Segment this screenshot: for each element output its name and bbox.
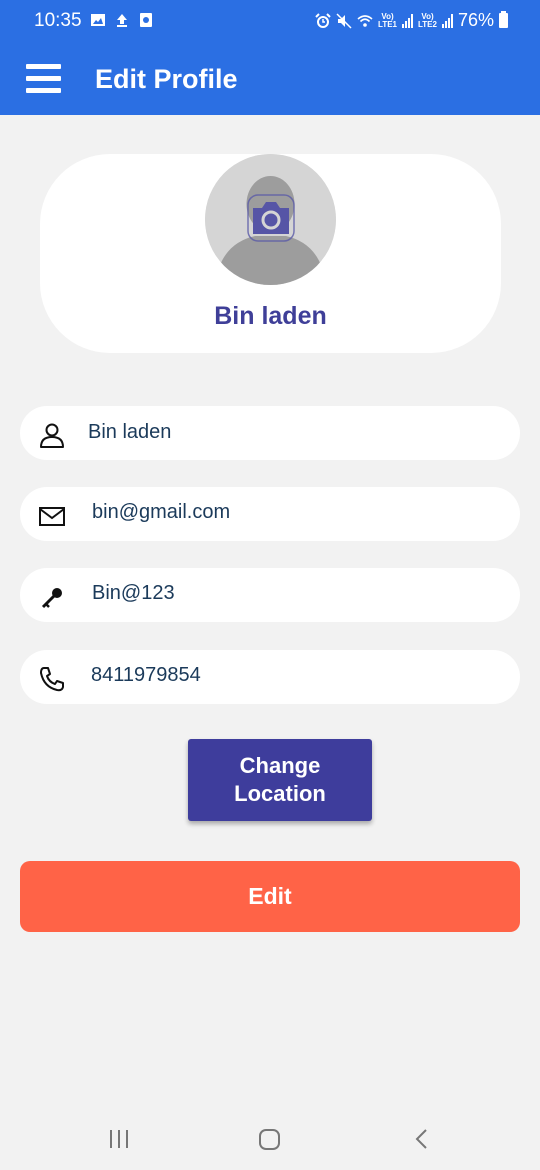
- phone-field[interactable]: 8411979854: [20, 650, 520, 704]
- email-field[interactable]: bin@gmail.com: [20, 487, 520, 541]
- wifi-icon: [357, 14, 373, 27]
- lte1-label: Vo) LTE1: [378, 11, 397, 29]
- mute-icon: [336, 12, 352, 29]
- upload-icon: [117, 14, 127, 27]
- signal-2-icon: [441, 13, 453, 28]
- name-field[interactable]: Bin laden: [20, 406, 520, 460]
- home-icon[interactable]: [258, 1128, 281, 1151]
- app-bar: Edit Profile: [0, 42, 540, 115]
- system-nav-bar: [0, 1110, 540, 1170]
- gallery-icon: [91, 14, 105, 26]
- profile-name: Bin laden: [214, 302, 327, 330]
- envelope-icon: [39, 507, 65, 526]
- phone-icon: [40, 667, 64, 692]
- user-icon: [40, 423, 64, 448]
- status-system-icons: Vo) LTE1 Vo) LTE2 76%: [315, 10, 508, 31]
- camera-icon[interactable]: [247, 194, 295, 242]
- page-title: Edit Profile: [95, 64, 238, 94]
- signal-1-icon: [402, 13, 413, 28]
- change-location-button[interactable]: Change Location: [188, 739, 372, 821]
- status-time: 10:35: [34, 10, 82, 31]
- profile-card: Bin laden: [40, 154, 501, 353]
- recent-apps-icon[interactable]: [108, 1128, 130, 1150]
- hamburger-menu-icon[interactable]: [26, 64, 61, 94]
- status-notification-icons: [90, 12, 154, 28]
- status-bar: 10:35 Vo) LTE1 Vo) LTE2 76%: [0, 0, 540, 42]
- battery-percent: 76%: [457, 10, 494, 30]
- back-icon[interactable]: [412, 1128, 432, 1150]
- edit-button[interactable]: Edit: [20, 861, 520, 932]
- email-value: bin@gmail.com: [92, 501, 231, 523]
- app-notification-icon: [140, 13, 152, 27]
- alarm-icon: [315, 12, 331, 28]
- password-field[interactable]: Bin@123: [20, 568, 520, 622]
- phone-value: 8411979854: [91, 664, 201, 686]
- password-value: Bin@123: [92, 582, 175, 604]
- lte2-label: Vo) LTE2: [418, 11, 437, 29]
- key-icon: [41, 588, 62, 609]
- name-value: Bin laden: [88, 421, 172, 443]
- battery-icon: [499, 11, 508, 28]
